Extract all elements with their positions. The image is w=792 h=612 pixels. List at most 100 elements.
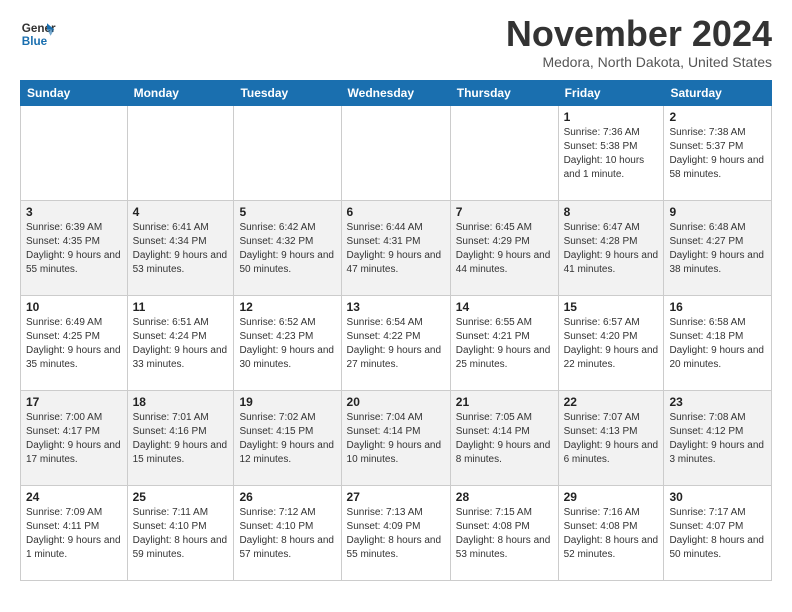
calendar-cell: 12Sunrise: 6:52 AM Sunset: 4:23 PM Dayli… bbox=[234, 296, 341, 391]
calendar-cell: 5 Sunrise: 6:42 AM Sunset: 4:32 PM Daylig… bbox=[234, 201, 341, 296]
svg-text:Blue: Blue bbox=[22, 35, 48, 48]
calendar-cell: 19 Sunrise: 7:02 AM Sunset: 4:15 PM Dayli… bbox=[234, 391, 341, 486]
day-number: 9 bbox=[669, 205, 766, 219]
day-number: 12 bbox=[239, 300, 335, 314]
day-info: Sunrise: 7:16 AM Sunset: 4:08 PM Dayligh… bbox=[564, 506, 659, 562]
day-number: 4 bbox=[133, 205, 229, 219]
day-info: Sunrise: 6:44 AM Sunset: 4:31 PM Dayligh… bbox=[347, 221, 445, 277]
weekday-header-monday: Monday bbox=[127, 81, 234, 106]
calendar-cell: 24 Sunrise: 7:09 AM Sunset: 4:11 PM Dayli… bbox=[21, 486, 128, 581]
day-number: 11 bbox=[133, 300, 229, 314]
day-number: 18 bbox=[133, 395, 229, 409]
calendar-cell: 7 Sunrise: 6:45 AM Sunset: 4:29 PM Daylig… bbox=[450, 201, 558, 296]
weekday-header-saturday: Saturday bbox=[664, 81, 772, 106]
day-info: Sunrise: 7:00 AM Sunset: 4:17 PM Dayligh… bbox=[26, 411, 122, 467]
calendar-cell: 11 Sunrise: 6:51 AM Sunset: 4:24 PM Dayli… bbox=[127, 296, 234, 391]
day-number: 15 bbox=[564, 300, 659, 314]
day-info: Sunrise: 7:09 AM Sunset: 4:11 PM Dayligh… bbox=[26, 506, 122, 562]
day-info: Sunrise: 7:38 AM Sunset: 5:37 PM Dayligh… bbox=[669, 126, 766, 182]
day-number: 27 bbox=[347, 490, 445, 504]
calendar-cell bbox=[450, 106, 558, 201]
day-number: 30 bbox=[669, 490, 766, 504]
calendar-cell: 9Sunrise: 6:48 AM Sunset: 4:27 PM Daylig… bbox=[664, 201, 772, 296]
calendar-cell: 17 Sunrise: 7:00 AM Sunset: 4:17 PM Dayli… bbox=[21, 391, 128, 486]
day-info: Sunrise: 7:05 AM Sunset: 4:14 PM Dayligh… bbox=[456, 411, 553, 467]
logo: General Blue bbox=[20, 16, 56, 52]
weekday-header-row: SundayMondayTuesdayWednesdayThursdayFrid… bbox=[21, 81, 772, 106]
calendar-cell: 28Sunrise: 7:15 AM Sunset: 4:08 PM Dayli… bbox=[450, 486, 558, 581]
day-info: Sunrise: 6:39 AM Sunset: 4:35 PM Dayligh… bbox=[26, 221, 122, 277]
calendar-cell: 1Sunrise: 7:36 AM Sunset: 5:38 PM Daylig… bbox=[558, 106, 664, 201]
calendar-cell: 26 Sunrise: 7:12 AM Sunset: 4:10 PM Dayli… bbox=[234, 486, 341, 581]
day-info: Sunrise: 7:01 AM Sunset: 4:16 PM Dayligh… bbox=[133, 411, 229, 467]
day-number: 24 bbox=[26, 490, 122, 504]
calendar-cell bbox=[341, 106, 450, 201]
day-number: 10 bbox=[26, 300, 122, 314]
title-area: November 2024 Medora, North Dakota, Unit… bbox=[506, 16, 772, 70]
calendar-cell: 21Sunrise: 7:05 AM Sunset: 4:14 PM Dayli… bbox=[450, 391, 558, 486]
calendar-cell bbox=[234, 106, 341, 201]
calendar-cell: 18 Sunrise: 7:01 AM Sunset: 4:16 PM Dayli… bbox=[127, 391, 234, 486]
calendar-cell: 3 Sunrise: 6:39 AM Sunset: 4:35 PM Daylig… bbox=[21, 201, 128, 296]
day-info: Sunrise: 6:45 AM Sunset: 4:29 PM Dayligh… bbox=[456, 221, 553, 277]
day-number: 6 bbox=[347, 205, 445, 219]
day-number: 7 bbox=[456, 205, 553, 219]
calendar-cell: 30Sunrise: 7:17 AM Sunset: 4:07 PM Dayli… bbox=[664, 486, 772, 581]
calendar-cell: 29Sunrise: 7:16 AM Sunset: 4:08 PM Dayli… bbox=[558, 486, 664, 581]
week-row-3: 10 Sunrise: 6:49 AM Sunset: 4:25 PM Dayli… bbox=[21, 296, 772, 391]
weekday-header-sunday: Sunday bbox=[21, 81, 128, 106]
day-number: 26 bbox=[239, 490, 335, 504]
calendar-cell: 10 Sunrise: 6:49 AM Sunset: 4:25 PM Dayli… bbox=[21, 296, 128, 391]
day-number: 3 bbox=[26, 205, 122, 219]
day-info: Sunrise: 7:08 AM Sunset: 4:12 PM Dayligh… bbox=[669, 411, 766, 467]
day-number: 17 bbox=[26, 395, 122, 409]
month-title: November 2024 bbox=[506, 16, 772, 52]
calendar-cell: 20Sunrise: 7:04 AM Sunset: 4:14 PM Dayli… bbox=[341, 391, 450, 486]
day-info: Sunrise: 6:58 AM Sunset: 4:18 PM Dayligh… bbox=[669, 316, 766, 372]
location-title: Medora, North Dakota, United States bbox=[506, 54, 772, 70]
day-info: Sunrise: 6:55 AM Sunset: 4:21 PM Dayligh… bbox=[456, 316, 553, 372]
day-number: 23 bbox=[669, 395, 766, 409]
day-info: Sunrise: 7:07 AM Sunset: 4:13 PM Dayligh… bbox=[564, 411, 659, 467]
day-info: Sunrise: 6:54 AM Sunset: 4:22 PM Dayligh… bbox=[347, 316, 445, 372]
day-info: Sunrise: 6:41 AM Sunset: 4:34 PM Dayligh… bbox=[133, 221, 229, 277]
calendar-table: SundayMondayTuesdayWednesdayThursdayFrid… bbox=[20, 80, 772, 581]
day-number: 20 bbox=[347, 395, 445, 409]
day-number: 19 bbox=[239, 395, 335, 409]
day-info: Sunrise: 7:13 AM Sunset: 4:09 PM Dayligh… bbox=[347, 506, 445, 562]
calendar-cell bbox=[21, 106, 128, 201]
day-info: Sunrise: 6:49 AM Sunset: 4:25 PM Dayligh… bbox=[26, 316, 122, 372]
calendar-cell: 15Sunrise: 6:57 AM Sunset: 4:20 PM Dayli… bbox=[558, 296, 664, 391]
calendar-cell: 23 Sunrise: 7:08 AM Sunset: 4:12 PM Dayli… bbox=[664, 391, 772, 486]
calendar-cell: 25Sunrise: 7:11 AM Sunset: 4:10 PM Dayli… bbox=[127, 486, 234, 581]
weekday-header-tuesday: Tuesday bbox=[234, 81, 341, 106]
weekday-header-thursday: Thursday bbox=[450, 81, 558, 106]
day-info: Sunrise: 6:47 AM Sunset: 4:28 PM Dayligh… bbox=[564, 221, 659, 277]
weekday-header-friday: Friday bbox=[558, 81, 664, 106]
week-row-2: 3 Sunrise: 6:39 AM Sunset: 4:35 PM Daylig… bbox=[21, 201, 772, 296]
weekday-header-wednesday: Wednesday bbox=[341, 81, 450, 106]
day-number: 8 bbox=[564, 205, 659, 219]
week-row-1: 1Sunrise: 7:36 AM Sunset: 5:38 PM Daylig… bbox=[21, 106, 772, 201]
week-row-5: 24 Sunrise: 7:09 AM Sunset: 4:11 PM Dayli… bbox=[21, 486, 772, 581]
page-header: General Blue November 2024 Medora, North… bbox=[20, 16, 772, 70]
day-info: Sunrise: 7:11 AM Sunset: 4:10 PM Dayligh… bbox=[133, 506, 229, 562]
calendar-cell: 14 Sunrise: 6:55 AM Sunset: 4:21 PM Dayli… bbox=[450, 296, 558, 391]
calendar-cell: 22Sunrise: 7:07 AM Sunset: 4:13 PM Dayli… bbox=[558, 391, 664, 486]
calendar-cell: 2Sunrise: 7:38 AM Sunset: 5:37 PM Daylig… bbox=[664, 106, 772, 201]
day-info: Sunrise: 6:51 AM Sunset: 4:24 PM Dayligh… bbox=[133, 316, 229, 372]
day-number: 14 bbox=[456, 300, 553, 314]
calendar-cell: 8 Sunrise: 6:47 AM Sunset: 4:28 PM Daylig… bbox=[558, 201, 664, 296]
calendar-cell: 16 Sunrise: 6:58 AM Sunset: 4:18 PM Dayli… bbox=[664, 296, 772, 391]
calendar-cell: 6 Sunrise: 6:44 AM Sunset: 4:31 PM Daylig… bbox=[341, 201, 450, 296]
day-number: 5 bbox=[239, 205, 335, 219]
week-row-4: 17 Sunrise: 7:00 AM Sunset: 4:17 PM Dayli… bbox=[21, 391, 772, 486]
day-info: Sunrise: 7:36 AM Sunset: 5:38 PM Dayligh… bbox=[564, 126, 659, 182]
day-info: Sunrise: 7:12 AM Sunset: 4:10 PM Dayligh… bbox=[239, 506, 335, 562]
calendar-cell bbox=[127, 106, 234, 201]
day-info: Sunrise: 6:42 AM Sunset: 4:32 PM Dayligh… bbox=[239, 221, 335, 277]
day-number: 16 bbox=[669, 300, 766, 314]
day-number: 13 bbox=[347, 300, 445, 314]
logo-icon: General Blue bbox=[20, 16, 56, 52]
day-info: Sunrise: 7:02 AM Sunset: 4:15 PM Dayligh… bbox=[239, 411, 335, 467]
